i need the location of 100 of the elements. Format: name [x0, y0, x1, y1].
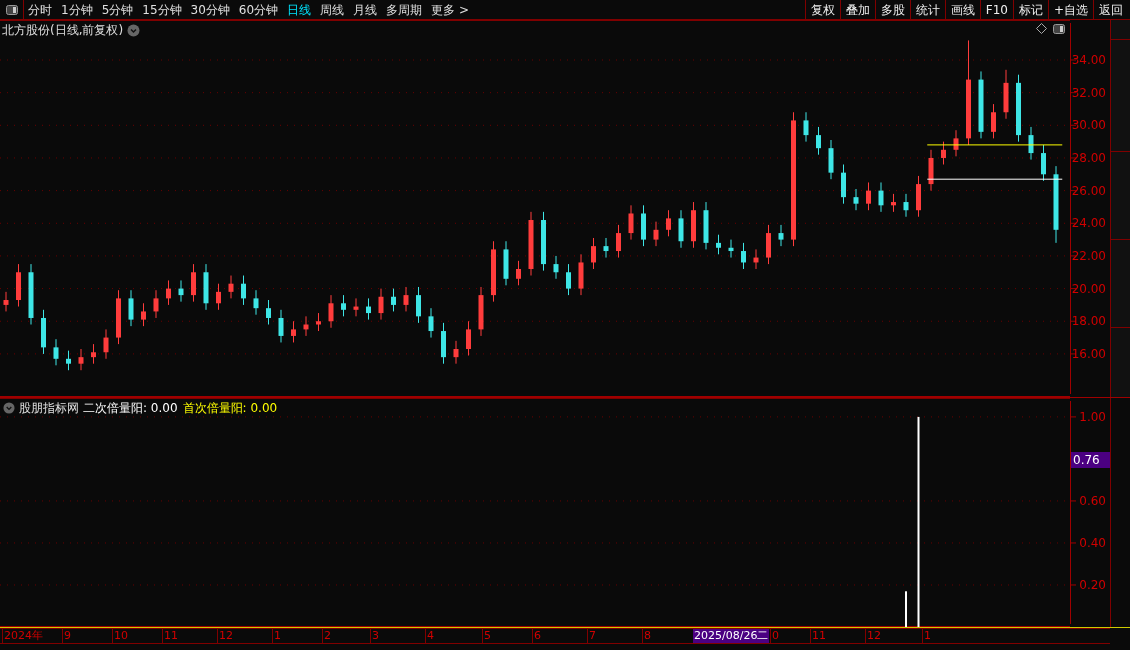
- candle: [803, 111, 809, 143]
- toolbar-button[interactable]: +自选: [1047, 0, 1093, 19]
- axis-label: 0.20: [1079, 578, 1106, 592]
- toolbar-button[interactable]: 多股: [874, 0, 910, 19]
- candle: [641, 204, 646, 247]
- candle: [253, 289, 259, 316]
- candle: [316, 312, 321, 332]
- candle: [816, 126, 821, 156]
- candle: [666, 209, 671, 237]
- period-tab[interactable]: 多周期: [386, 0, 423, 19]
- candle: [553, 255, 559, 280]
- candle: [366, 297, 371, 321]
- candle: [866, 181, 871, 211]
- toolbar-button[interactable]: 统计: [909, 0, 945, 19]
- candle: [41, 309, 46, 355]
- candle: [928, 149, 934, 192]
- period-tab[interactable]: 周线: [320, 0, 345, 19]
- candle: [341, 294, 346, 317]
- toolbar-button[interactable]: 返回: [1093, 0, 1128, 19]
- panel-toggle-icon[interactable]: [5, 4, 18, 15]
- candle: [53, 338, 59, 366]
- candle: [1003, 69, 1009, 120]
- diamond-icon[interactable]: [1036, 23, 1047, 34]
- axis-label: 24.00: [1071, 216, 1106, 231]
- candle: [528, 211, 534, 276]
- candle: [616, 224, 621, 259]
- date-label: 12: [865, 629, 881, 643]
- period-tab[interactable]: 1分钟: [61, 0, 93, 19]
- panel-toggle-icon[interactable]: [1053, 23, 1065, 34]
- candle: [303, 315, 309, 337]
- axis-label: 0.40: [1079, 535, 1106, 550]
- date-label: 2: [322, 629, 331, 643]
- candle: [128, 289, 134, 327]
- candle: [416, 286, 421, 324]
- candle: [653, 221, 659, 247]
- candle: [278, 309, 284, 343]
- candle: [503, 240, 509, 286]
- date-label: 3: [370, 629, 379, 643]
- candle: [266, 299, 271, 325]
- candle: [878, 181, 884, 213]
- candle: [453, 340, 459, 365]
- indicator-value: 首次倍量阳: 0.00: [182, 400, 278, 417]
- axis-label: 0.60: [1079, 493, 1106, 508]
- toolbar-button[interactable]: F10: [979, 0, 1013, 19]
- candle: [203, 263, 209, 311]
- candle: [441, 322, 446, 365]
- axis-label: 28.00: [1071, 150, 1106, 165]
- date-label: 8: [642, 629, 651, 643]
- chevron-down-icon[interactable]: [127, 23, 141, 37]
- candle: [766, 224, 771, 265]
- date-label: 6: [532, 629, 541, 643]
- toolbar-button[interactable]: 复权: [804, 0, 840, 19]
- candle: [91, 343, 96, 365]
- candle: [428, 307, 434, 339]
- candle: [741, 242, 746, 270]
- date-label: 0: [770, 629, 779, 643]
- candle: [391, 288, 396, 312]
- candle: [978, 70, 984, 139]
- candle: [103, 328, 109, 360]
- candle: [241, 275, 246, 306]
- period-tab[interactable]: 30分钟: [190, 0, 230, 19]
- candle: [141, 302, 146, 327]
- period-tab[interactable]: 日线: [287, 0, 312, 19]
- candle: [516, 260, 521, 286]
- date-label: 1: [272, 629, 281, 643]
- candle: [728, 239, 734, 259]
- period-tab[interactable]: 60分钟: [238, 0, 279, 19]
- axis-label: 22.00: [1071, 248, 1106, 263]
- chart-title: 北方股份(日线,前复权): [2, 22, 124, 39]
- axis-label: 34.00: [1071, 53, 1106, 67]
- candle: [178, 279, 184, 303]
- date-label: 10: [112, 629, 128, 643]
- period-tab[interactable]: 15分钟: [142, 0, 182, 19]
- indicator-name: 股朋指标网: [19, 400, 79, 417]
- candle: [953, 129, 959, 157]
- candle: [291, 320, 296, 343]
- candle: [703, 201, 709, 250]
- candle: [1016, 74, 1021, 143]
- candle: [753, 248, 759, 270]
- period-tab[interactable]: 月线: [353, 0, 378, 19]
- period-tab[interactable]: 分时: [28, 0, 52, 19]
- axis-label: 30.00: [1071, 118, 1106, 133]
- date-label: 2024年: [2, 629, 43, 643]
- candle: [716, 234, 721, 255]
- indicator-bar: [905, 591, 907, 627]
- chevron-down-icon[interactable]: [3, 402, 15, 414]
- candle: [228, 275, 234, 299]
- period-tab[interactable]: 更多 >: [431, 0, 469, 19]
- axis-label: 1.00: [1079, 409, 1106, 424]
- candle: [991, 103, 996, 139]
- period-tab[interactable]: 5分钟: [101, 0, 134, 19]
- toolbar-button[interactable]: 标记: [1012, 0, 1048, 19]
- toolbar-button[interactable]: 画线: [944, 0, 980, 19]
- candle: [603, 237, 609, 259]
- candle: [591, 237, 596, 270]
- toolbar-button[interactable]: 叠加: [839, 0, 875, 19]
- candle: [116, 289, 121, 345]
- candle: [78, 348, 84, 371]
- axis-label: 32.00: [1071, 85, 1106, 100]
- axis-label: 26.00: [1071, 183, 1106, 198]
